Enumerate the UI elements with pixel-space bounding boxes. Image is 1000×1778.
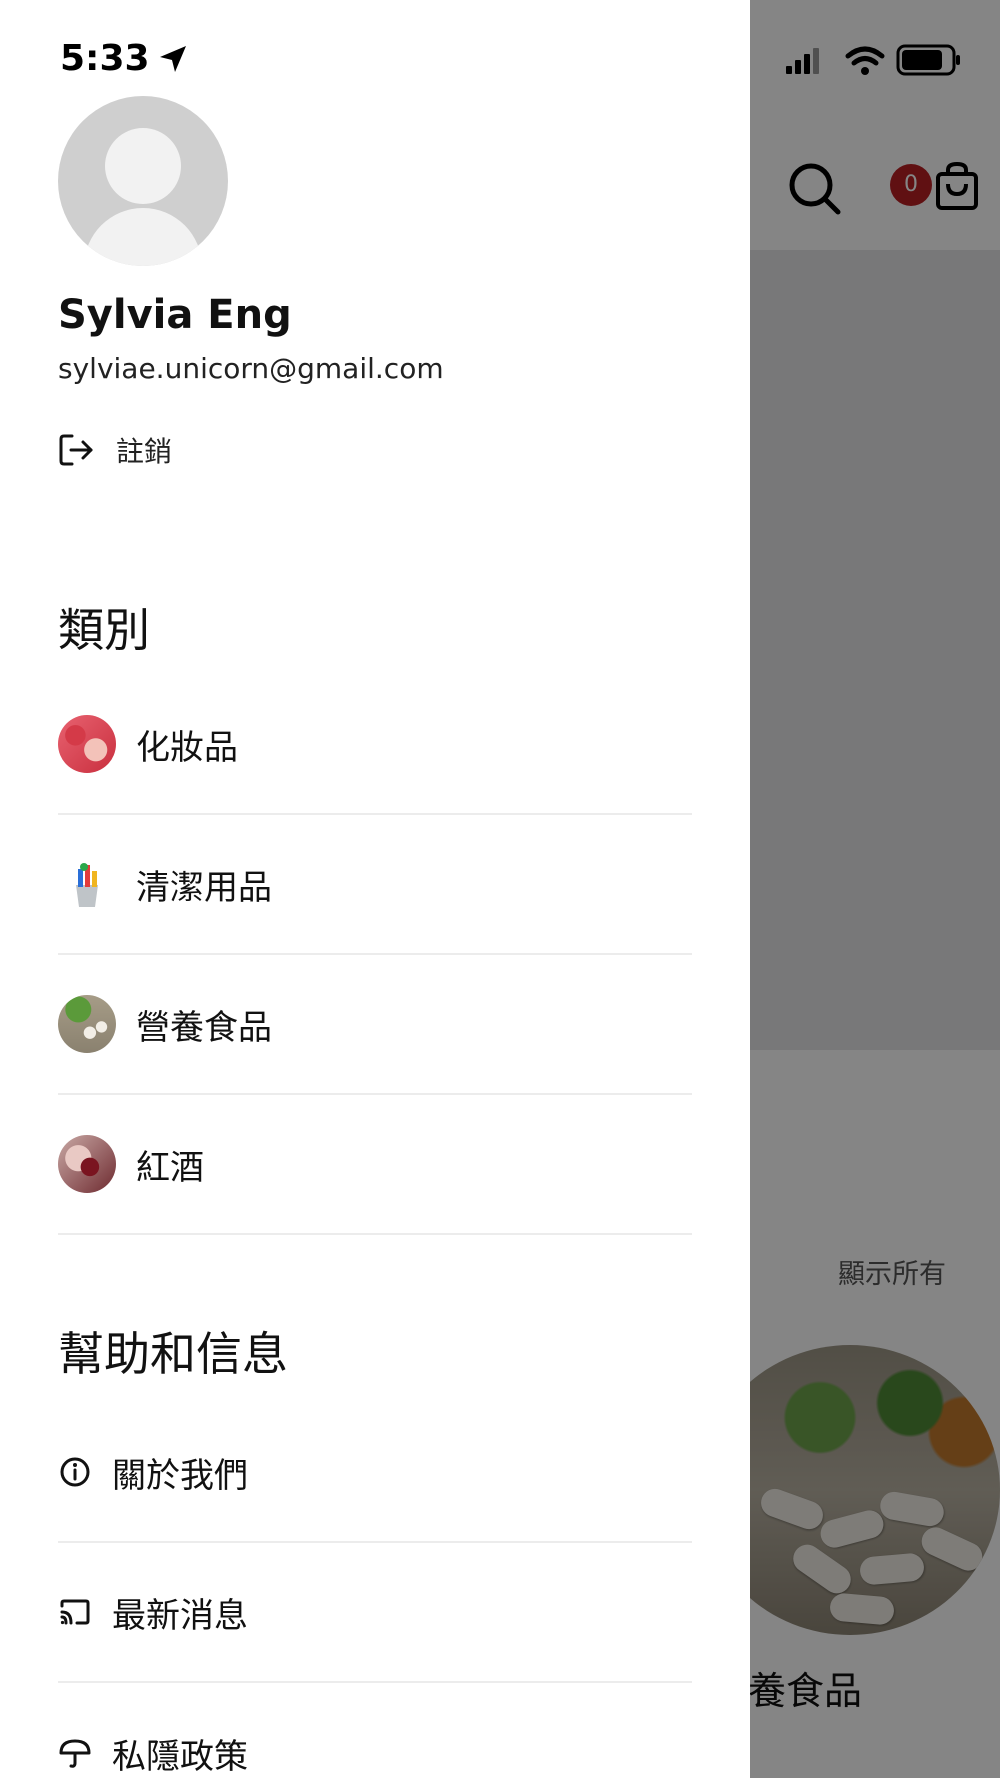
status-time: 5:33 [60, 38, 188, 79]
help-label: 關於我們 [112, 1455, 248, 1496]
help-item-about-us[interactable]: 關於我們 [58, 1403, 692, 1543]
category-item-cleaning[interactable]: 清潔用品 [58, 815, 692, 955]
location-arrow-icon [159, 45, 186, 72]
user-email: sylviae.unicorn@gmail.com [58, 352, 444, 385]
help-item-privacy-policy[interactable]: 私隱政策 [58, 1683, 692, 1778]
logout-button[interactable]: 註銷 [58, 430, 172, 470]
info-icon [58, 1455, 92, 1489]
category-label: 化妝品 [136, 727, 238, 768]
nutrition-thumbnail [58, 995, 116, 1053]
category-item-wine[interactable]: 紅酒 [58, 1095, 692, 1235]
wine-thumbnail [58, 1135, 116, 1193]
logout-icon [59, 434, 93, 466]
cosmetics-thumbnail [58, 715, 116, 773]
side-drawer: 5:33 Sylvia Eng sylviae.unicorn@gmail.co… [0, 0, 750, 1778]
avatar[interactable] [58, 96, 228, 266]
category-label: 紅酒 [136, 1147, 204, 1188]
clock-text: 5:33 [60, 38, 150, 79]
user-name: Sylvia Eng [58, 292, 292, 338]
category-item-nutrition[interactable]: 營養食品 [58, 955, 692, 1095]
help-label: 私隱政策 [112, 1736, 248, 1777]
categories-title: 類別 [58, 603, 150, 657]
help-item-news[interactable]: 最新消息 [58, 1543, 692, 1683]
logout-label: 註銷 [116, 435, 173, 468]
cast-icon [58, 1595, 92, 1629]
help-title: 幫助和信息 [58, 1327, 288, 1381]
umbrella-icon [58, 1736, 92, 1770]
category-label: 清潔用品 [136, 867, 272, 908]
help-label: 最新消息 [112, 1595, 248, 1636]
cleaning-thumbnail [58, 855, 116, 913]
category-item-cosmetics[interactable]: 化妝品 [58, 675, 692, 815]
category-label: 營養食品 [136, 1007, 272, 1048]
